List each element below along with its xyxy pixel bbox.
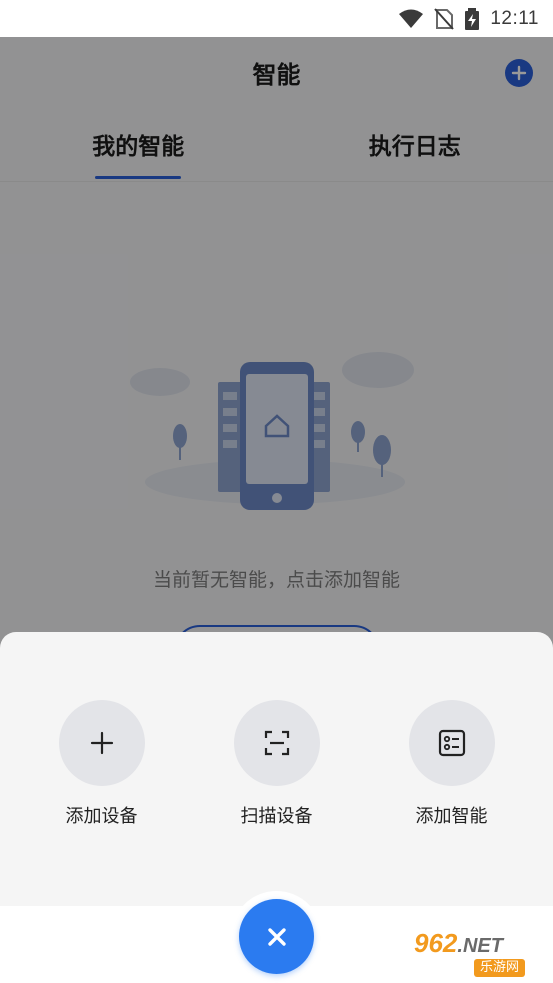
scan-device-button[interactable]: 扫描设备 xyxy=(202,700,352,828)
status-bar: 12:11 xyxy=(0,0,553,37)
status-time: 12:11 xyxy=(490,7,539,29)
scan-icon xyxy=(264,730,289,756)
action-label: 添加智能 xyxy=(415,806,488,827)
no-sim-icon xyxy=(434,7,455,30)
watermark-number: 962 xyxy=(414,927,458,958)
plus-icon xyxy=(90,731,113,755)
watermark-net: .NET xyxy=(457,934,503,957)
action-sheet: 添加设备 扫描设备 添加智能 xyxy=(0,632,553,906)
action-circle xyxy=(408,700,495,786)
watermark-top: 962.NET xyxy=(414,930,503,959)
list-icon xyxy=(438,729,465,757)
action-label: 扫描设备 xyxy=(240,806,313,827)
close-button[interactable] xyxy=(239,899,314,974)
add-smart-action-button[interactable]: 添加智能 xyxy=(377,700,527,828)
action-label: 添加设备 xyxy=(65,806,138,827)
battery-charging-icon xyxy=(464,7,480,30)
add-device-button[interactable]: 添加设备 xyxy=(27,700,177,828)
action-circle xyxy=(233,700,320,786)
watermark-logo: 962.NET 乐游网 xyxy=(414,928,546,978)
action-circle xyxy=(58,700,145,786)
watermark-bottom: 乐游网 xyxy=(474,958,526,977)
wifi-icon xyxy=(398,9,424,29)
sheet-actions: 添加设备 扫描设备 添加智能 xyxy=(0,700,553,828)
close-icon xyxy=(267,927,286,946)
